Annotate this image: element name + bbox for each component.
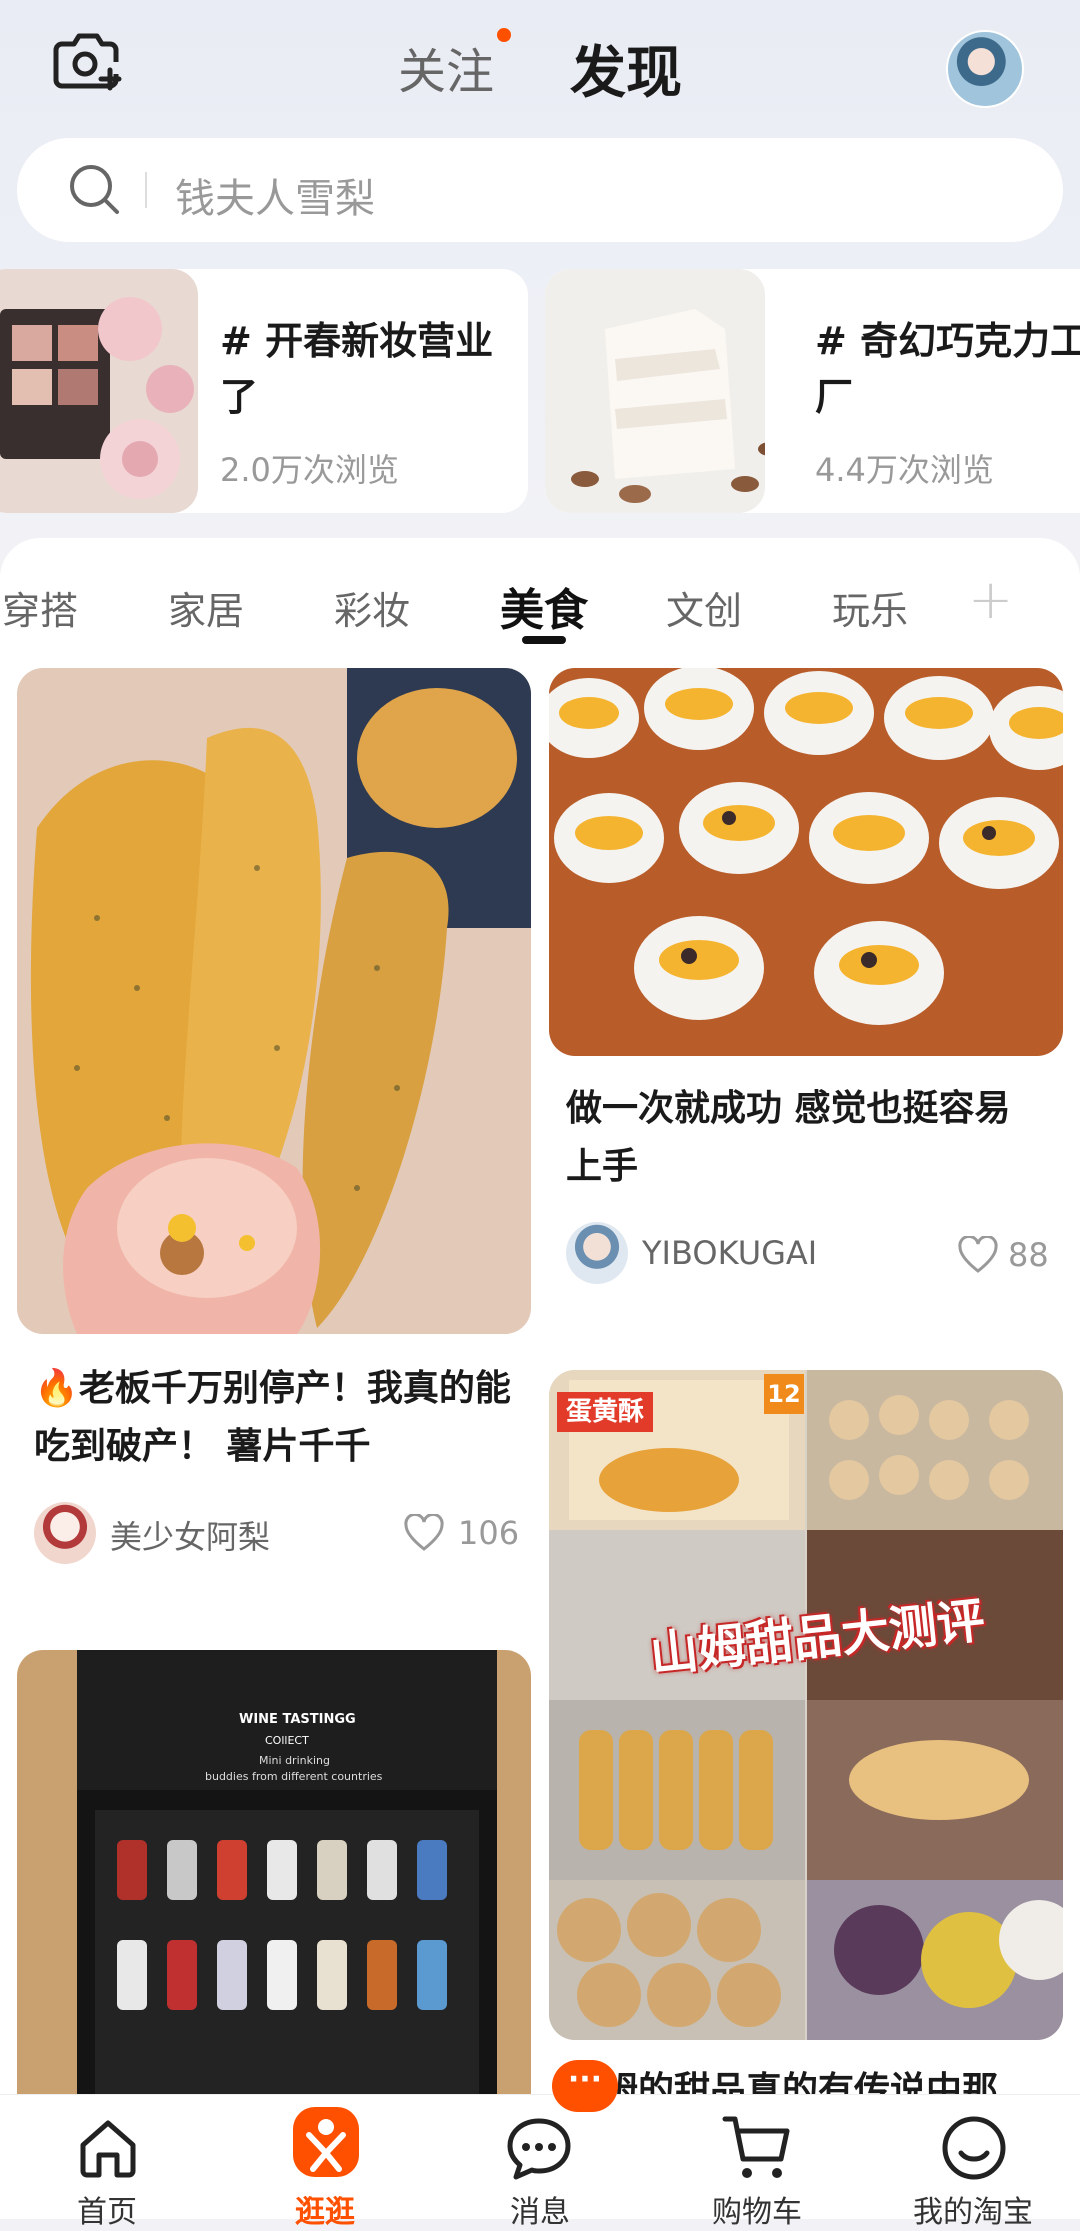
like-count: 106	[458, 1514, 520, 1552]
bottom-nav: 首页 逛逛 消息 购物车 我的淘宝	[0, 2094, 1080, 2230]
nav-my-taobao[interactable]: 我的淘宝	[893, 2095, 1053, 2230]
nav-guangguang[interactable]: 逛逛	[245, 2095, 405, 2230]
add-category-icon[interactable]: +	[968, 568, 1013, 631]
topic-title: # 奇幻巧克力工厂	[815, 319, 1080, 419]
topic-title: # 开春新妆营业了	[220, 319, 494, 419]
camera-plus-icon[interactable]	[52, 30, 132, 105]
search-bar[interactable]: 钱夫人雪梨	[17, 138, 1063, 242]
topic-views: 4.4万次浏览	[815, 451, 994, 489]
like-icon[interactable]	[404, 1512, 444, 1556]
message-badge: ···	[552, 2060, 618, 2112]
feed-card-image[interactable]: 蛋黄酥 12 山姆甜品大测评	[549, 1370, 1063, 2040]
author-avatar[interactable]	[34, 1502, 96, 1564]
box-line: buddies from different countries	[205, 1770, 383, 1783]
topic-card[interactable]: # 开春新妆营业了 2.0万次浏览	[0, 269, 528, 513]
tab-caizhuang[interactable]: 彩妆	[334, 580, 410, 635]
search-placeholder: 钱夫人雪梨	[175, 176, 375, 222]
product-label: 蛋黄酥	[557, 1392, 653, 1432]
search-icon	[67, 162, 123, 222]
author-avatar[interactable]	[566, 1222, 628, 1284]
feed-card-image[interactable]	[549, 668, 1063, 1056]
tab-wenchuang[interactable]: 文创	[666, 580, 742, 635]
like-icon[interactable]	[958, 1234, 998, 1278]
nav-my-taobao-label: 我的淘宝	[913, 2195, 1033, 2230]
nav-messages-label: 消息	[510, 2195, 570, 2230]
box-brand: WINE TASTINGG	[239, 1712, 356, 1727]
tab-wanle[interactable]: 玩乐	[832, 580, 908, 635]
search-divider	[145, 172, 147, 208]
author-name[interactable]: YIBOKUGAI	[642, 1234, 817, 1272]
box-subtitle: COllECT	[265, 1734, 309, 1747]
nav-home-label: 首页	[77, 2195, 137, 2230]
nav-cart-label: 购物车	[712, 2195, 802, 2230]
category-tabs: 穿搭 家居 彩妆 美食 文创 玩乐 +	[0, 538, 1080, 658]
topic-card[interactable]: # 奇幻巧克力工厂 4.4万次浏览	[545, 269, 1080, 513]
feed-card-image[interactable]	[17, 668, 531, 1334]
tab-follow[interactable]: 关注	[398, 32, 494, 102]
active-tab-indicator	[522, 636, 566, 644]
feed-card-title[interactable]: 🔥老板千万别停产！我真的能吃到破产！ 薯片千千	[34, 1360, 514, 1476]
author-name[interactable]: 美少女阿梨	[110, 1512, 270, 1558]
like-count: 88	[1008, 1236, 1049, 1274]
feed-card-image[interactable]: WINE TASTINGG COllECT Mini drinking budd…	[17, 1650, 531, 2094]
nav-guangguang-label: 逛逛	[295, 2195, 355, 2230]
topic-image	[0, 269, 198, 513]
tab-meishi[interactable]: 美食	[500, 574, 588, 638]
product-count-label: 12	[764, 1374, 804, 1414]
box-line: Mini drinking	[259, 1754, 330, 1767]
nav-cart[interactable]: 购物车	[677, 2095, 837, 2230]
tab-jiaju[interactable]: 家居	[168, 580, 244, 635]
tab-chuanda[interactable]: 穿搭	[2, 580, 78, 635]
nav-messages[interactable]: 消息	[460, 2095, 620, 2230]
user-avatar[interactable]	[946, 30, 1024, 108]
feed-card-title[interactable]: 山姆的甜品真的有传说中那	[566, 2062, 1046, 2094]
topic-image	[545, 269, 765, 513]
feed-card-title[interactable]: 做一次就成功 感觉也挺容易上手	[566, 1080, 1046, 1196]
tab-discover[interactable]: 发现	[570, 28, 682, 109]
topic-views: 2.0万次浏览	[220, 451, 399, 489]
nav-home[interactable]: 首页	[27, 2095, 187, 2230]
header: 关注 发现	[0, 0, 1080, 135]
notification-dot	[497, 28, 511, 42]
